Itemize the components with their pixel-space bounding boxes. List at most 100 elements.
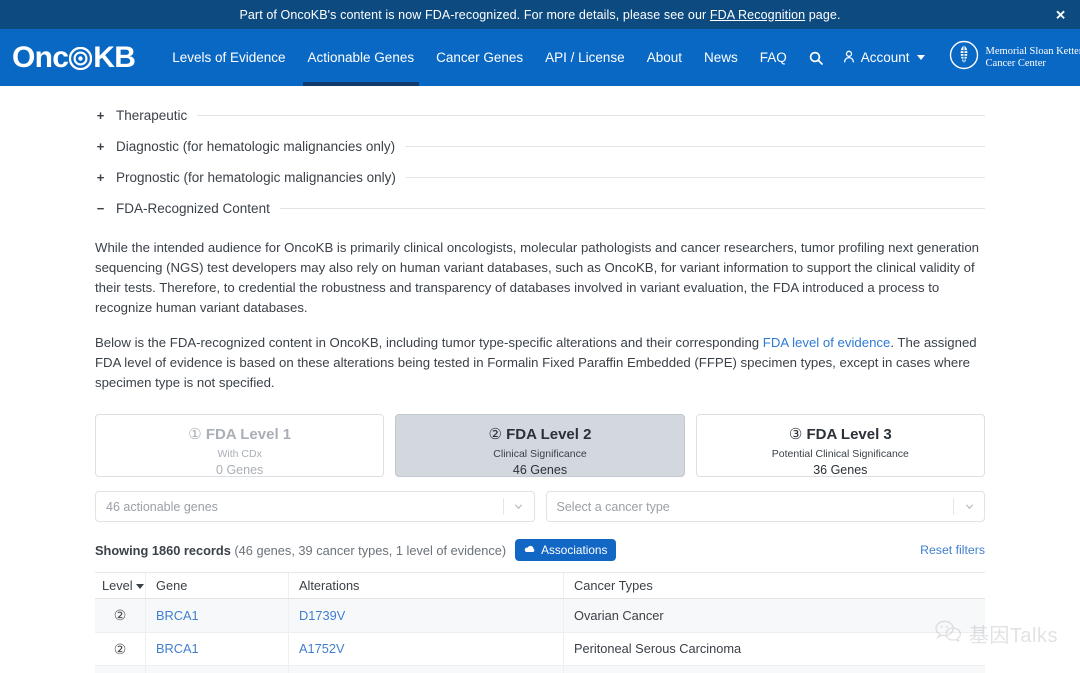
card-title: ③ FDA Level 3 xyxy=(705,426,976,443)
chevron-down-icon xyxy=(916,55,925,60)
accordion-rule xyxy=(279,208,985,209)
accordion-label: Therapeutic xyxy=(116,108,188,123)
chevron-down-icon[interactable] xyxy=(504,501,534,512)
results-summary-text: Showing 1860 records (46 genes, 39 cance… xyxy=(95,543,506,558)
msk-logo[interactable]: Memorial Sloan Kettering Cancer Center xyxy=(949,40,1080,75)
nav-item-faq[interactable]: FAQ xyxy=(749,29,798,86)
announcement-banner: Part of OncoKB's content is now FDA-reco… xyxy=(0,0,1080,29)
nav-label: Actionable Genes xyxy=(307,50,415,65)
msk-label: Memorial Sloan Kettering Cancer Center xyxy=(986,46,1080,70)
chevron-down-icon[interactable] xyxy=(954,501,984,512)
oncokb-logo[interactable]: Onc KB xyxy=(12,40,136,74)
fda-level-1-card[interactable]: ① FDA Level 1 With CDx 0 Genes xyxy=(95,414,385,477)
user-icon xyxy=(842,49,856,67)
accordion-rule xyxy=(405,177,985,178)
page-content: + Therapeutic + Diagnostic (for hematolo… xyxy=(0,86,1080,673)
cell-cancer-type: Peritoneal Serous Carcinoma xyxy=(574,641,742,657)
card-gene-count: 36 Genes xyxy=(813,463,868,477)
card-subtitle: With CDx xyxy=(217,448,262,460)
level-marker: ① xyxy=(188,426,202,443)
table-row[interactable]: ② BRCA1 A1752V Peritoneal Serous Carcino… xyxy=(95,632,985,666)
bullseye-icon xyxy=(69,46,93,71)
accordion-prognostic[interactable]: + Prognostic (for hematologic malignanci… xyxy=(95,162,985,193)
cell-gene[interactable]: BRCA1 xyxy=(146,666,289,673)
msk-emblem-icon xyxy=(949,40,979,75)
nav-item-actionable-genes[interactable]: Actionable Genes xyxy=(297,29,426,86)
nav-links: Levels of Evidence Actionable Genes Canc… xyxy=(161,29,798,86)
cell-cancer-type: Prostate Cancer xyxy=(564,666,985,673)
fda-level-cards: ① FDA Level 1 With CDx 0 Genes ② FDA Lev… xyxy=(95,414,985,477)
cancer-type-select-placeholder: Select a cancer type xyxy=(556,499,670,514)
column-header-alterations[interactable]: Alterations xyxy=(289,573,564,598)
download-button-label: Associations xyxy=(541,543,608,557)
column-label: Cancer Types xyxy=(574,578,653,593)
card-title-text: FDA Level 1 xyxy=(205,426,292,443)
cell-alteration[interactable]: G1803A xyxy=(289,666,564,673)
table-row[interactable]: ② BRCA1 G1803A Prostate Cancer xyxy=(95,666,985,673)
logo-text-onc: Onc xyxy=(12,40,69,74)
fda-recognition-link[interactable]: FDA Recognition xyxy=(710,8,805,22)
cell-gene[interactable]: BRCA1 xyxy=(146,632,289,665)
content-container: + Therapeutic + Diagnostic (for hematolo… xyxy=(95,86,985,673)
accordion-diagnostic[interactable]: + Diagnostic (for hematologic malignanci… xyxy=(95,131,985,162)
navbar-right-group: Account Memorial Sloan Ketter xyxy=(798,40,1080,75)
account-label: Account xyxy=(860,50,910,65)
nav-item-about[interactable]: About xyxy=(636,29,693,86)
nav-item-levels-of-evidence[interactable]: Levels of Evidence xyxy=(161,29,296,86)
card-subtitle: Potential Clinical Significance xyxy=(771,448,909,460)
banner-message: Part of OncoKB's content is now FDA-reco… xyxy=(239,8,840,22)
logo-text-kb: KB xyxy=(93,40,136,74)
cell-alteration[interactable]: A1752V xyxy=(289,632,564,665)
gene-select[interactable]: 46 actionable genes xyxy=(95,491,535,522)
cancer-type-select[interactable]: Select a cancer type xyxy=(545,491,985,522)
level-badge: ② xyxy=(113,607,127,624)
filter-selects: 46 actionable genes Select a cancer type xyxy=(95,491,985,522)
column-label: Level xyxy=(102,578,133,593)
paragraph-intro: While the intended audience for OncoKB i… xyxy=(95,240,980,315)
gene-select-value: 46 actionable genes xyxy=(106,499,218,514)
accordion-label: Diagnostic (for hematologic malignancies… xyxy=(116,139,396,154)
cell-gene[interactable]: BRCA1 xyxy=(146,599,289,632)
nav-item-cancer-genes[interactable]: Cancer Genes xyxy=(425,29,534,86)
plus-icon: + xyxy=(96,170,105,185)
close-icon[interactable]: ✕ xyxy=(1055,8,1066,21)
accordion-rule xyxy=(405,146,985,147)
search-icon[interactable] xyxy=(798,50,834,66)
banner-text-before: Part of OncoKB's content is now FDA-reco… xyxy=(239,7,710,22)
associations-table: Level Gene Alterations Cancer Types ② BR… xyxy=(95,572,985,673)
paragraph-part-before: Below is the FDA-recognized content in O… xyxy=(95,335,763,350)
table-row[interactable]: ② BRCA1 D1739V Ovarian Cancer xyxy=(95,599,985,633)
accordion-label: FDA-Recognized Content xyxy=(116,201,270,216)
nav-item-api-license[interactable]: API / License xyxy=(534,29,636,86)
column-header-level[interactable]: Level xyxy=(95,573,146,598)
paragraph-fda-content: Below is the FDA-recognized content in O… xyxy=(95,333,985,393)
fda-level-of-evidence-link[interactable]: FDA level of evidence xyxy=(763,335,891,350)
card-gene-count: 46 Genes xyxy=(512,463,568,477)
cell-level: ② xyxy=(95,632,146,665)
card-title-text: FDA Level 3 xyxy=(806,426,892,443)
accordion-fda-recognized-content[interactable]: − FDA-Recognized Content xyxy=(95,193,985,224)
card-title: ② FDA Level 2 xyxy=(404,426,675,443)
nav-label: About xyxy=(646,50,682,65)
level-marker: ② xyxy=(488,426,502,443)
accordion-label: Prognostic (for hematologic malignancies… xyxy=(116,170,396,185)
main-navbar: Onc KB Levels of Evidence Actionable Gen… xyxy=(0,29,1080,86)
msk-line-1: Memorial Sloan Kettering xyxy=(985,45,1080,57)
accordion-therapeutic[interactable]: + Therapeutic xyxy=(95,100,985,131)
column-header-gene[interactable]: Gene xyxy=(146,573,289,598)
fda-level-2-card[interactable]: ② FDA Level 2 Clinical Significance 46 G… xyxy=(395,414,685,477)
download-associations-button[interactable]: Associations xyxy=(515,539,617,561)
column-label: Alterations xyxy=(299,578,360,593)
table-header-row: Level Gene Alterations Cancer Types xyxy=(95,573,985,599)
reset-filters-link[interactable]: Reset filters xyxy=(920,543,985,557)
nav-label: Levels of Evidence xyxy=(172,50,286,65)
account-menu[interactable]: Account xyxy=(834,49,933,67)
level-marker: ③ xyxy=(788,426,803,443)
column-header-cancer-types[interactable]: Cancer Types xyxy=(564,573,985,598)
fda-level-3-card[interactable]: ③ FDA Level 3 Potential Clinical Signifi… xyxy=(695,414,985,477)
cell-alteration[interactable]: D1739V xyxy=(289,599,564,632)
nav-item-news[interactable]: News xyxy=(693,29,749,86)
nav-label: Cancer Genes xyxy=(436,50,524,65)
records-count: Showing 1860 records xyxy=(95,542,231,558)
column-label: Gene xyxy=(156,578,188,593)
